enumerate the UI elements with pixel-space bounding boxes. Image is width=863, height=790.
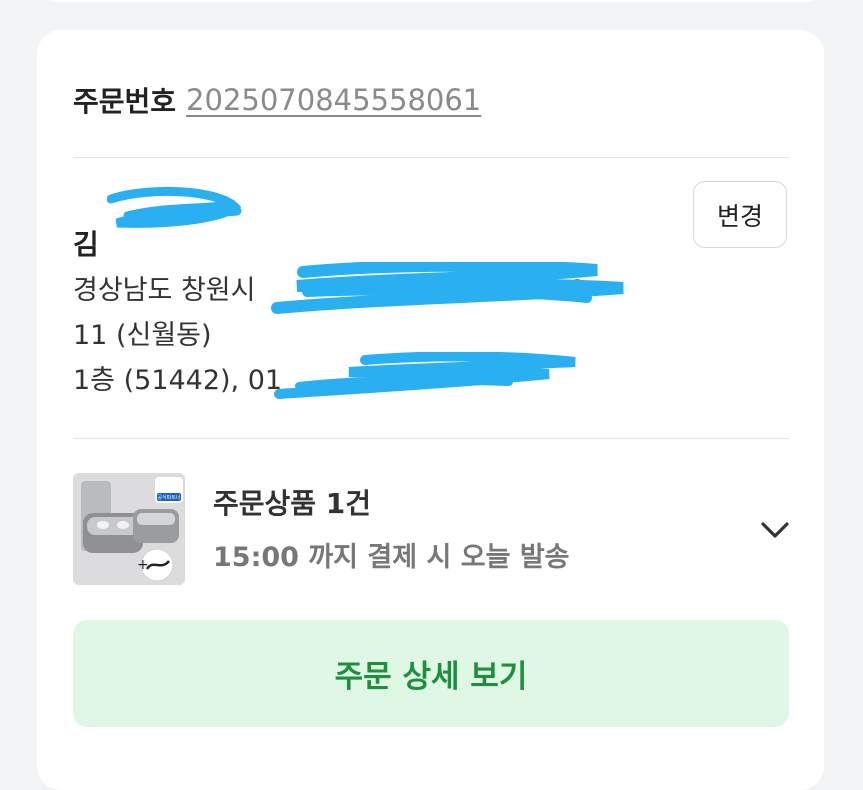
change-address-button[interactable]: 변경 (693, 181, 787, 248)
order-detail-button[interactable]: 주문 상세 보기 (73, 620, 789, 727)
chevron-down-icon[interactable] (757, 514, 793, 546)
order-number-label: 주문번호 (73, 85, 177, 118)
address-line-1-suffix: 42- (552, 275, 597, 306)
order-number-link[interactable]: 2025070845558061 (186, 83, 481, 117)
svg-text:+: + (137, 557, 149, 573)
address-line-3: 1층 (51442), 01 (73, 365, 283, 396)
redaction-scribble (107, 186, 242, 228)
order-card: 주문번호 2025070845558061 김 변경 경상남도 창원시 42- … (37, 30, 824, 790)
address-line-1: 경상남도 창원시 42- (73, 268, 633, 313)
delivery-address: 경상남도 창원시 42- 11 (신월동) 1층 (51442), 01 (73, 268, 633, 403)
address-line-2: 11 (신월동) (73, 320, 212, 351)
previous-card-edge (37, 0, 824, 2)
divider (73, 157, 789, 158)
recipient-name: 김 (73, 228, 99, 261)
shipping-notice: 15:00 까지 결제 시 오늘 발송 (213, 542, 570, 573)
product-thumbnail: + 공식파트너 (73, 473, 185, 585)
divider (73, 438, 789, 439)
product-image: + 공식파트너 (73, 473, 185, 585)
order-items-title: 주문상품 1건 (213, 487, 372, 520)
address-line-1-prefix: 경상남도 창원시 (73, 275, 265, 306)
order-number-row: 주문번호 2025070845558061 (73, 78, 481, 122)
product-badge-text: 공식파트너 (157, 494, 180, 501)
